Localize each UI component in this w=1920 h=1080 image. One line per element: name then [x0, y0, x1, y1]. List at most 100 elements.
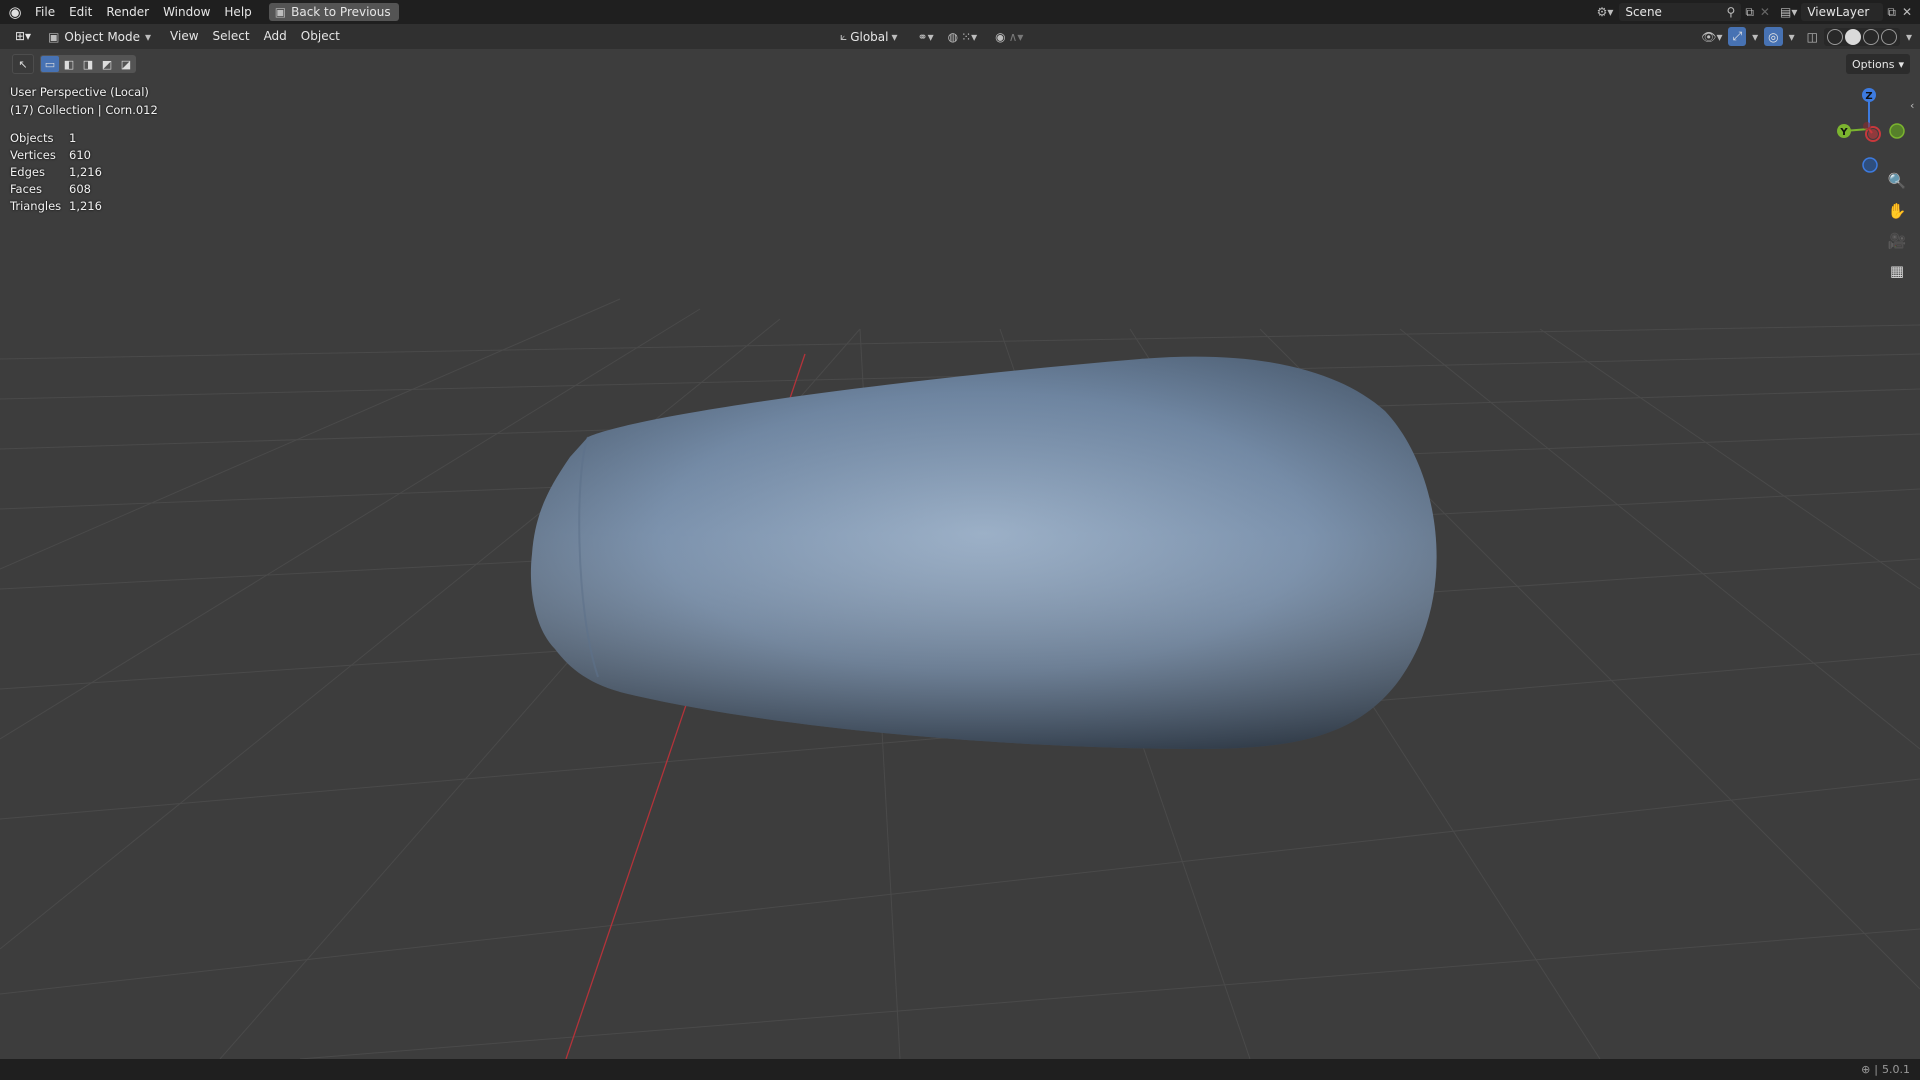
- navigation-gizmo[interactable]: Z Y: [1822, 85, 1912, 175]
- blender-logo-icon[interactable]: ◉: [2, 0, 28, 24]
- network-icon: ⊕: [1861, 1063, 1871, 1076]
- editor-type-icon[interactable]: ⊞▾: [8, 24, 38, 49]
- orientation-selector[interactable]: ⟀ Global ▾: [836, 27, 902, 46]
- stat-row: Triangles 1,216: [10, 198, 102, 215]
- gizmo-y-label: Y: [1839, 127, 1848, 138]
- shading-modes: [1823, 27, 1900, 46]
- select-new-icon[interactable]: ▭: [41, 56, 59, 72]
- select-intersect-icon[interactable]: ◪: [117, 56, 135, 72]
- sidebar-toggle-icon[interactable]: ‹: [1910, 99, 1914, 112]
- menu-object[interactable]: Object: [294, 24, 347, 49]
- viewport-canvas: [0, 298, 1920, 1059]
- corn-mesh[interactable]: [530, 356, 1437, 749]
- top-menu-bar: ◉ File Edit Render Window Help ▣ Back to…: [0, 0, 1920, 24]
- screen-icon: ▣: [274, 5, 287, 19]
- viewport-perspective-label: User Perspective (Local): [10, 85, 149, 99]
- stat-row: Edges 1,216: [10, 164, 102, 181]
- wireframe-shading-button[interactable]: [1826, 28, 1843, 45]
- version-label: 5.0.1: [1882, 1063, 1910, 1076]
- menu-view[interactable]: View: [163, 24, 205, 49]
- viewport-header: ⊞▾ ▣ Object Mode ▾ View Select Add Objec…: [0, 24, 1920, 49]
- options-label: Options: [1852, 57, 1895, 71]
- snap-icon: ◍: [947, 29, 959, 44]
- 3d-viewport[interactable]: User Perspective (Local) (17) Collection…: [0, 49, 1920, 1059]
- hand-icon[interactable]: ✋: [1883, 197, 1911, 225]
- chevron-down-icon: ▾: [1898, 57, 1904, 71]
- material-shading-button[interactable]: [1862, 28, 1879, 45]
- mode-label: Object Mode: [64, 29, 141, 44]
- delete-scene-icon[interactable]: ✕: [1760, 5, 1770, 19]
- solid-shading-button[interactable]: [1844, 28, 1861, 45]
- options-dropdown[interactable]: Options ▾: [1846, 54, 1910, 74]
- stat-label: Vertices: [10, 148, 56, 162]
- gizmo-toggle[interactable]: ⤢: [1728, 27, 1747, 46]
- delete-view-layer-icon[interactable]: ✕: [1902, 5, 1912, 19]
- pivot-selector[interactable]: ⚭▾: [914, 27, 938, 46]
- falloff-icon: ∧▾: [1008, 29, 1024, 44]
- workspace-controls: ⚙▾ Scene ⚲ ⧉ ✕ ▤▾ ViewLayer ⧉ ✕: [1597, 0, 1920, 24]
- chevron-down-icon[interactable]: ▾: [1906, 30, 1912, 44]
- menu-render[interactable]: Render: [99, 0, 156, 24]
- stat-row: Objects 1: [10, 130, 102, 147]
- select-subtract-icon[interactable]: ◨: [79, 56, 97, 72]
- snap-grid-icon: ⁙▾: [961, 29, 978, 44]
- pin-icon[interactable]: ⚲: [1727, 5, 1736, 19]
- stat-row: Faces 608: [10, 181, 102, 198]
- stat-label: Edges: [10, 165, 45, 179]
- stat-value: 1,216: [69, 165, 102, 179]
- scene-name: Scene: [1625, 5, 1662, 19]
- view-layer-field[interactable]: ViewLayer: [1801, 3, 1884, 21]
- rendered-shading-button[interactable]: [1880, 28, 1897, 45]
- menu-edit[interactable]: Edit: [62, 0, 99, 24]
- orientation-label: Global: [850, 29, 889, 44]
- selection-mode-group: ▭ ◧ ◨ ◩ ◪: [40, 55, 136, 73]
- grid-icon[interactable]: ▦: [1883, 257, 1911, 285]
- overlays-icon: ◎: [1768, 29, 1779, 44]
- camera-icon[interactable]: 🎥: [1883, 227, 1911, 255]
- gizmo-z-label: Z: [1865, 91, 1872, 102]
- viewport-collection-label: (17) Collection | Corn.012: [10, 103, 158, 117]
- stat-row: Vertices 610: [10, 147, 102, 164]
- menu-window[interactable]: Window: [156, 0, 217, 24]
- tool-settings-row: ↖ ▭ ◧ ◨ ◩ ◪: [12, 54, 136, 74]
- view-layer-selector-icon[interactable]: ▤▾: [1780, 5, 1797, 19]
- overlays-toggle[interactable]: ◎: [1764, 27, 1783, 46]
- scene-statistics: Objects 1 Vertices 610 Edges 1,216 Faces 608…: [10, 130, 102, 215]
- proportional-icon: ◉: [995, 29, 1006, 44]
- new-scene-icon[interactable]: ⧉: [1745, 5, 1754, 20]
- snap-toggle[interactable]: ◍ ⁙▾: [944, 27, 982, 46]
- chevron-down-icon: ▾: [891, 29, 898, 44]
- new-view-layer-icon[interactable]: ⧉: [1887, 5, 1896, 20]
- select-extend-icon[interactable]: ◧: [60, 56, 78, 72]
- scene-selector-icon[interactable]: ⚙▾: [1597, 5, 1614, 19]
- mode-selector[interactable]: ▣ Object Mode ▾: [42, 27, 157, 46]
- zoom-icon[interactable]: 🔍: [1883, 167, 1911, 195]
- xray-icon[interactable]: ◫: [1807, 30, 1818, 44]
- menu-add[interactable]: Add: [257, 24, 294, 49]
- stat-value: 1: [69, 131, 77, 145]
- separator: |: [1874, 1063, 1878, 1076]
- chevron-down-icon[interactable]: ▾: [1752, 30, 1758, 44]
- back-to-previous-button[interactable]: ▣ Back to Previous: [268, 3, 399, 21]
- status-bar: ⊕ | 5.0.1: [0, 1059, 1920, 1080]
- menu-file[interactable]: File: [28, 0, 62, 24]
- stat-label: Objects: [10, 131, 54, 145]
- stat-label: Triangles: [10, 199, 62, 213]
- gizmo-icon: ⤢: [1732, 29, 1743, 43]
- stat-label: Faces: [10, 182, 42, 196]
- menu-select[interactable]: Select: [206, 24, 257, 49]
- pivot-icon: ⚭▾: [917, 29, 934, 44]
- orientation-icon: ⟀: [840, 29, 848, 43]
- menu-help[interactable]: Help: [217, 0, 258, 24]
- select-tool-icon[interactable]: ↖: [12, 54, 34, 74]
- scene-field[interactable]: Scene ⚲: [1619, 3, 1742, 21]
- stat-value: 610: [69, 148, 91, 162]
- visibility-icon[interactable]: 👁▾: [1701, 30, 1722, 44]
- chevron-down-icon[interactable]: ▾: [1789, 30, 1795, 44]
- stat-value: 1,216: [69, 199, 102, 213]
- version-info: ⊕ | 5.0.1: [1861, 1059, 1910, 1080]
- object-mode-icon: ▣: [48, 29, 60, 44]
- proportional-editing[interactable]: ◉ ∧▾: [991, 27, 1027, 46]
- back-to-previous-label: Back to Previous: [291, 5, 391, 19]
- select-invert-icon[interactable]: ◩: [98, 56, 116, 72]
